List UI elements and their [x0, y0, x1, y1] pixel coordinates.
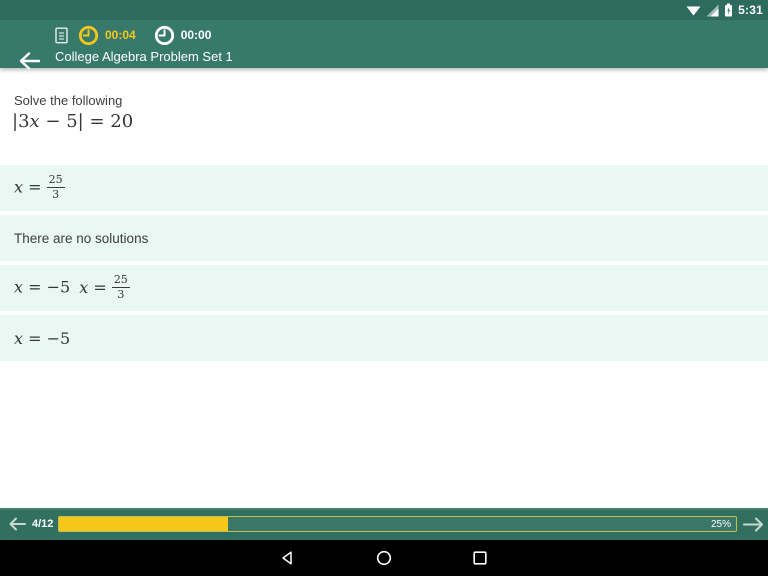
elapsed-timer-value: 00:04: [105, 28, 136, 42]
screen: 5:31 00:04 00:00 College Algebra Problem…: [0, 0, 768, 576]
total-timer: 00:00: [154, 25, 212, 46]
timer-row: 00:04 00:00: [55, 22, 211, 48]
question-equation: |3x − 5| = 20: [12, 111, 134, 132]
status-clock: 5:31: [738, 3, 763, 17]
page-title: College Algebra Problem Set 1: [55, 49, 233, 64]
answer-3-expression: x = −5 x = 25 3: [14, 272, 130, 301]
battery-charging-icon: [725, 3, 733, 17]
nav-home-icon[interactable]: [376, 550, 392, 566]
answer-option-4[interactable]: x = −5: [0, 315, 768, 361]
status-bar: 5:31: [0, 0, 768, 20]
answer-4-expression: x = −5: [14, 328, 71, 348]
wifi-icon: [686, 6, 701, 16]
previous-question-arrow-icon[interactable]: [8, 517, 26, 531]
answer-option-1[interactable]: x = 25 3: [0, 165, 768, 211]
question-counter: 4/12: [32, 518, 54, 530]
answer-2-text: There are no solutions: [14, 230, 149, 246]
progress-bar-footer: 4/12 25%: [0, 508, 768, 540]
worksheet-icon: [55, 27, 68, 44]
clock-icon-yellow: [78, 25, 99, 45]
nav-back-icon[interactable]: [280, 550, 296, 566]
elapsed-timer: 00:04: [78, 25, 136, 46]
progress-fill: [59, 517, 229, 531]
problem-area: Solve the following |3x − 5| = 20 x = 25…: [0, 68, 768, 508]
cellular-signal-icon: [706, 4, 719, 16]
next-question-arrow-icon[interactable]: [742, 517, 764, 532]
nav-recents-icon[interactable]: [472, 550, 488, 566]
app-bar: 00:04 00:00 College Algebra Problem Set …: [0, 20, 768, 71]
back-arrow-icon[interactable]: [17, 51, 40, 71]
android-nav-bar: [0, 540, 768, 576]
answer-1-expression: x = 25 3: [14, 172, 65, 201]
progress-percent-label: 25%: [710, 519, 731, 530]
question-prompt: Solve the following: [14, 93, 123, 108]
clock-icon-white: [154, 25, 174, 45]
answer-list: x = 25 3 There are no solutions x = −5 x =…: [0, 165, 768, 365]
progress-track: 25%: [58, 516, 737, 532]
answer-option-2[interactable]: There are no solutions: [0, 215, 768, 261]
answer-option-3[interactable]: x = −5 x = 25 3: [0, 265, 768, 311]
total-timer-value: 00:00: [180, 28, 212, 42]
